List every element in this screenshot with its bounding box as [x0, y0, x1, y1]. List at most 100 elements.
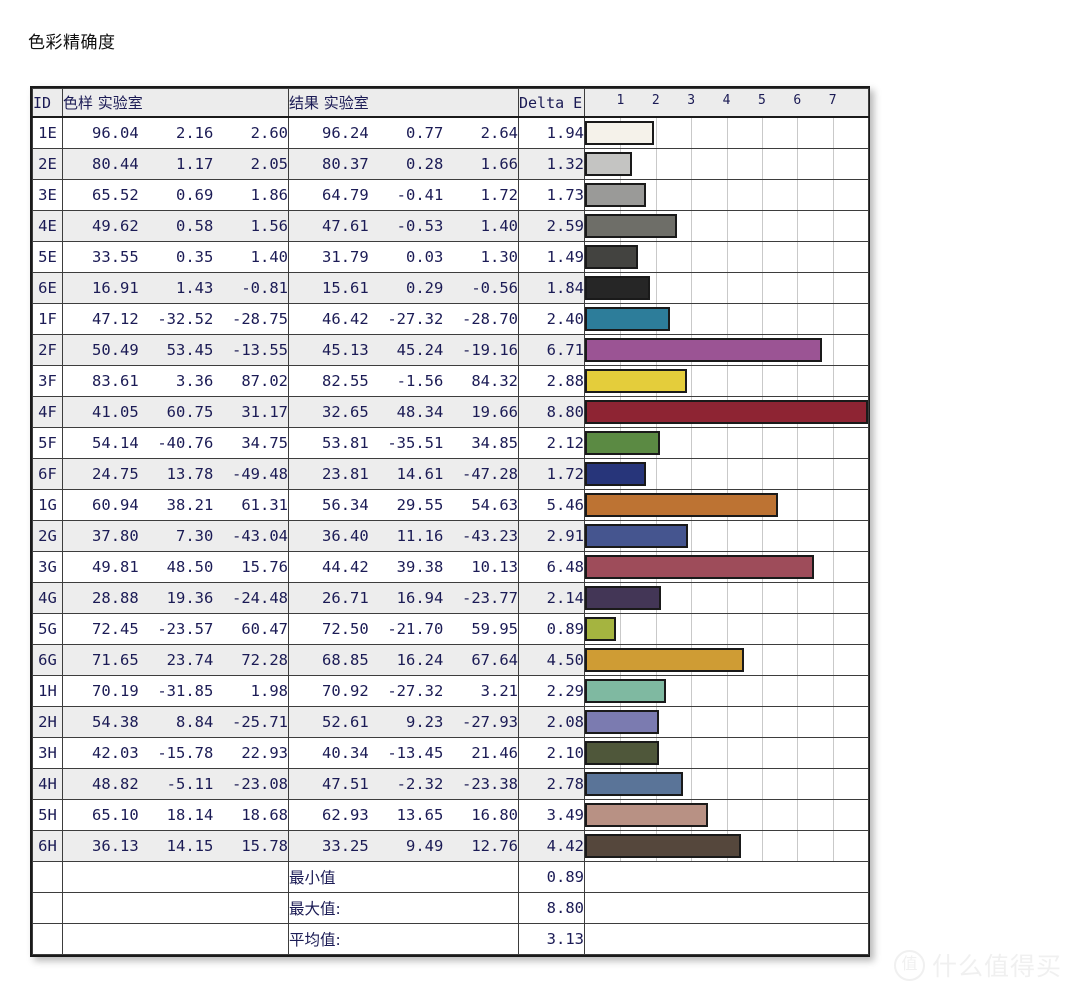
cell-delta-e-bar	[584, 241, 869, 273]
gridline-7	[832, 242, 834, 272]
gridline-4	[726, 707, 728, 737]
summary-blank-id	[32, 861, 63, 893]
table-row: 6G 71.65 23.74 72.28 68.85 16.24 67.64 4.50	[32, 644, 869, 676]
gridline-7	[832, 800, 834, 830]
gridline-5	[761, 738, 763, 768]
cell-delta-e: 5.46	[518, 489, 585, 521]
cell-delta-e: 4.42	[518, 830, 585, 862]
summary-row: 最大值: 8.80	[32, 892, 869, 924]
gridline-6	[797, 304, 799, 334]
delta-e-bar	[585, 586, 661, 610]
summary-blank-chart	[584, 923, 869, 955]
gridline-1	[620, 614, 622, 644]
cell-result-lab: 96.24 0.77 2.64	[288, 116, 519, 149]
gridline-6	[797, 211, 799, 241]
x-tick-label-4: 4	[722, 93, 731, 108]
cell-delta-e: 1.72	[518, 458, 585, 490]
cell-delta-e: 1.94	[518, 116, 585, 149]
gridline-7	[832, 180, 834, 210]
gridline-2	[655, 242, 657, 272]
summary-blank-sample	[62, 892, 289, 924]
summary-blank-chart	[584, 892, 869, 924]
delta-e-bar	[585, 524, 688, 548]
cell-result-lab: 26.71 16.94 -23.77	[288, 582, 519, 614]
gridline-2	[655, 459, 657, 489]
gridline-3	[691, 459, 693, 489]
cell-delta-e-bar	[584, 644, 869, 676]
cell-sample-lab: 96.04 2.16 2.60	[62, 116, 289, 149]
gridline-5	[761, 459, 763, 489]
cell-id: 6E	[32, 272, 63, 304]
table-header: ID 色样 实验室 结果 实验室 Delta E 1 2 3 4 5 6 7	[32, 88, 869, 118]
table-row: 3F 83.61 3.36 87.02 82.55 -1.56 84.32 2.88	[32, 365, 869, 397]
cell-delta-e-bar	[584, 427, 869, 459]
cell-delta-e: 6.48	[518, 551, 585, 583]
cell-result-lab: 64.79 -0.41 1.72	[288, 179, 519, 211]
cell-delta-e: 4.50	[518, 644, 585, 676]
cell-delta-e: 1.84	[518, 272, 585, 304]
cell-delta-e-bar	[584, 210, 869, 242]
cell-delta-e: 2.29	[518, 675, 585, 707]
gridline-4	[726, 211, 728, 241]
gridline-3	[691, 428, 693, 458]
cell-delta-e: 2.40	[518, 303, 585, 335]
cell-result-lab: 47.61 -0.53 1.40	[288, 210, 519, 242]
cell-result-lab: 15.61 0.29 -0.56	[288, 272, 519, 304]
cell-sample-lab: 24.75 13.78 -49.48	[62, 458, 289, 490]
gridline-5	[761, 366, 763, 396]
gridline-3	[691, 180, 693, 210]
table-row: 3H 42.03 -15.78 22.93 40.34 -13.45 21.46 2.…	[32, 737, 869, 769]
gridline-3	[691, 118, 693, 148]
gridline-5	[761, 645, 763, 675]
gridline-5	[761, 273, 763, 303]
gridline-3	[691, 242, 693, 272]
gridline-7	[832, 273, 834, 303]
gridline-4	[726, 583, 728, 613]
cell-result-lab: 82.55 -1.56 84.32	[288, 365, 519, 397]
watermark: 值 什么值得买	[893, 947, 1062, 983]
cell-id: 3E	[32, 179, 63, 211]
delta-e-bar	[585, 245, 638, 269]
gridline-5	[761, 149, 763, 179]
gridline-7	[832, 614, 834, 644]
cell-delta-e-bar	[584, 396, 869, 428]
cell-delta-e: 2.10	[518, 737, 585, 769]
gridline-7	[832, 428, 834, 458]
gridline-7	[832, 769, 834, 799]
cell-delta-e: 2.08	[518, 706, 585, 738]
cell-sample-lab: 54.38 8.84 -25.71	[62, 706, 289, 738]
cell-sample-lab: 50.49 53.45 -13.55	[62, 334, 289, 366]
column-header-result-lab: 结果 实验室	[288, 88, 519, 118]
table-row: 2E 80.44 1.17 2.05 80.37 0.28 1.66 1.32	[32, 148, 869, 180]
cell-delta-e-bar	[584, 489, 869, 521]
cell-sample-lab: 28.88 19.36 -24.48	[62, 582, 289, 614]
summary-row: 平均值: 3.13	[32, 923, 869, 955]
cell-result-lab: 31.79 0.03 1.30	[288, 241, 519, 273]
gridline-3	[691, 707, 693, 737]
gridline-4	[726, 459, 728, 489]
cell-delta-e-bar	[584, 272, 869, 304]
gridline-7	[832, 304, 834, 334]
gridline-5	[761, 676, 763, 706]
cell-delta-e-bar	[584, 179, 869, 211]
cell-id: 6G	[32, 644, 63, 676]
delta-e-bar	[585, 338, 823, 362]
cell-sample-lab: 49.62 0.58 1.56	[62, 210, 289, 242]
table-row: 5H 65.10 18.14 18.68 62.93 13.65 16.80 3.49	[32, 799, 869, 831]
cell-result-lab: 23.81 14.61 -47.28	[288, 458, 519, 490]
cell-delta-e: 2.88	[518, 365, 585, 397]
gridline-7	[832, 118, 834, 148]
summary-blank-id	[32, 923, 63, 955]
gridline-3	[691, 676, 693, 706]
x-tick-label-3: 3	[687, 93, 696, 108]
watermark-text: 什么值得买	[931, 952, 1062, 981]
cell-sample-lab: 41.05 60.75 31.17	[62, 396, 289, 428]
table-row: 5G 72.45 -23.57 60.47 72.50 -21.70 59.95 0.…	[32, 613, 869, 645]
gridline-3	[691, 273, 693, 303]
cell-delta-e: 0.89	[518, 613, 585, 645]
cell-delta-e-bar	[584, 520, 869, 552]
delta-e-bar	[585, 307, 670, 331]
gridline-6	[797, 831, 799, 861]
gridline-7	[832, 738, 834, 768]
gridline-3	[691, 738, 693, 768]
